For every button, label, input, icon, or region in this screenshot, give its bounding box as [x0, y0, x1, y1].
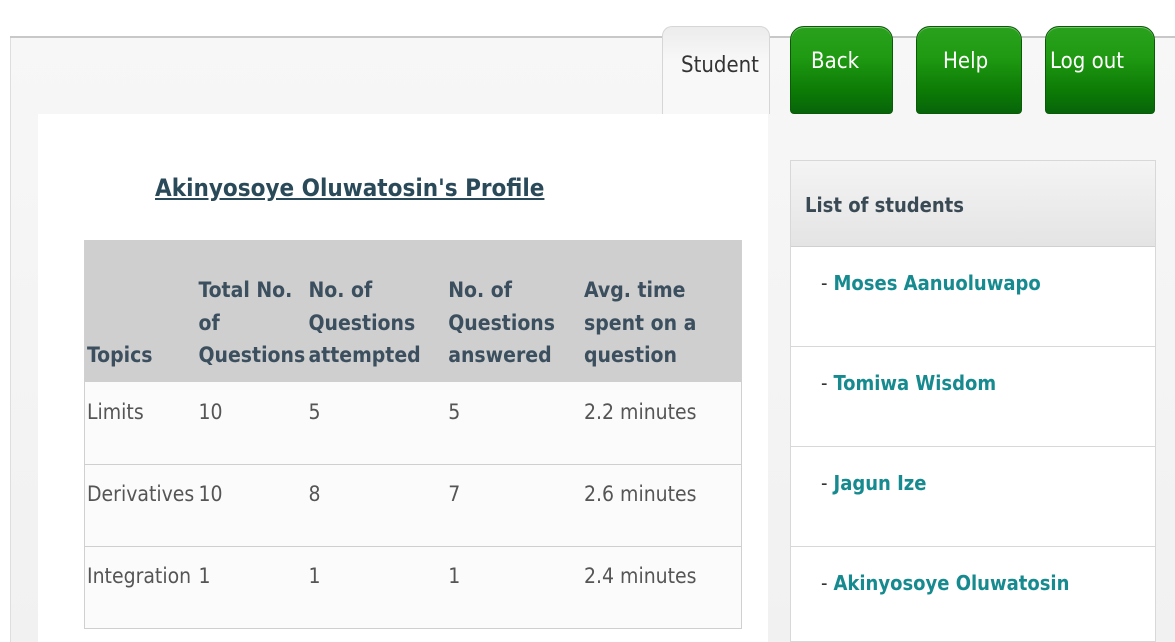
cell-answered: 1: [446, 546, 582, 629]
logout-button[interactable]: Log out: [1045, 26, 1155, 114]
student-link[interactable]: - Jagun Ize: [791, 447, 1155, 547]
header-questions-attempted: No. of Questions attempted: [306, 240, 447, 382]
table-row: Derivatives 10 8 7 2.6 minutes: [84, 464, 742, 547]
cell-attempted: 5: [306, 382, 447, 465]
cell-avg-time: 2.6 minutes: [582, 464, 742, 547]
cell-answered: 5: [446, 382, 582, 465]
student-name[interactable]: Akinyosoye Oluwatosin: [834, 571, 1070, 595]
student-link[interactable]: - Tomiwa Wisdom: [791, 347, 1155, 447]
table-row: Limits 10 5 5 2.2 minutes: [84, 382, 742, 465]
tab-student[interactable]: Student: [662, 26, 770, 114]
cell-total: 10: [196, 382, 307, 465]
stats-table: Topics Total No. of Questions No. of Que…: [84, 240, 742, 629]
table-row: Integration 1 1 1 2.4 minutes: [84, 546, 742, 629]
cell-avg-time: 2.2 minutes: [582, 382, 742, 465]
header-topics: Topics: [84, 240, 197, 382]
student-link[interactable]: - Moses Aanuoluwapo: [791, 247, 1155, 347]
back-button[interactable]: Back: [790, 26, 893, 114]
cell-total: 10: [196, 464, 307, 547]
cell-total: 1: [196, 546, 307, 629]
student-name[interactable]: Tomiwa Wisdom: [834, 371, 997, 395]
cell-attempted: 8: [306, 464, 447, 547]
cell-topic: Integration: [84, 546, 197, 629]
list-dash: -: [821, 271, 828, 295]
student-list-title: List of students: [791, 161, 1155, 247]
help-button[interactable]: Help: [916, 26, 1022, 114]
student-name[interactable]: Jagun Ize: [834, 471, 927, 495]
profile-title: Akinyosoye Oluwatosin's Profile: [155, 174, 545, 202]
table-header-row: Topics Total No. of Questions No. of Que…: [84, 240, 742, 382]
student-list-panel: List of students - Moses Aanuoluwapo - Tom…: [790, 160, 1156, 642]
cell-topic: Derivatives: [84, 464, 197, 547]
list-dash: -: [821, 571, 828, 595]
list-dash: -: [821, 371, 828, 395]
cell-topic: Limits: [84, 382, 197, 465]
cell-attempted: 1: [306, 546, 447, 629]
student-name[interactable]: Moses Aanuoluwapo: [834, 271, 1041, 295]
student-link[interactable]: - Akinyosoye Oluwatosin: [791, 547, 1155, 642]
cell-avg-time: 2.4 minutes: [582, 546, 742, 629]
header-total-questions: Total No. of Questions: [196, 240, 307, 382]
header-questions-answered: No. of Questions answered: [446, 240, 582, 382]
header-avg-time: Avg. time spent on a question: [582, 240, 742, 382]
list-dash: -: [821, 471, 828, 495]
cell-answered: 7: [446, 464, 582, 547]
